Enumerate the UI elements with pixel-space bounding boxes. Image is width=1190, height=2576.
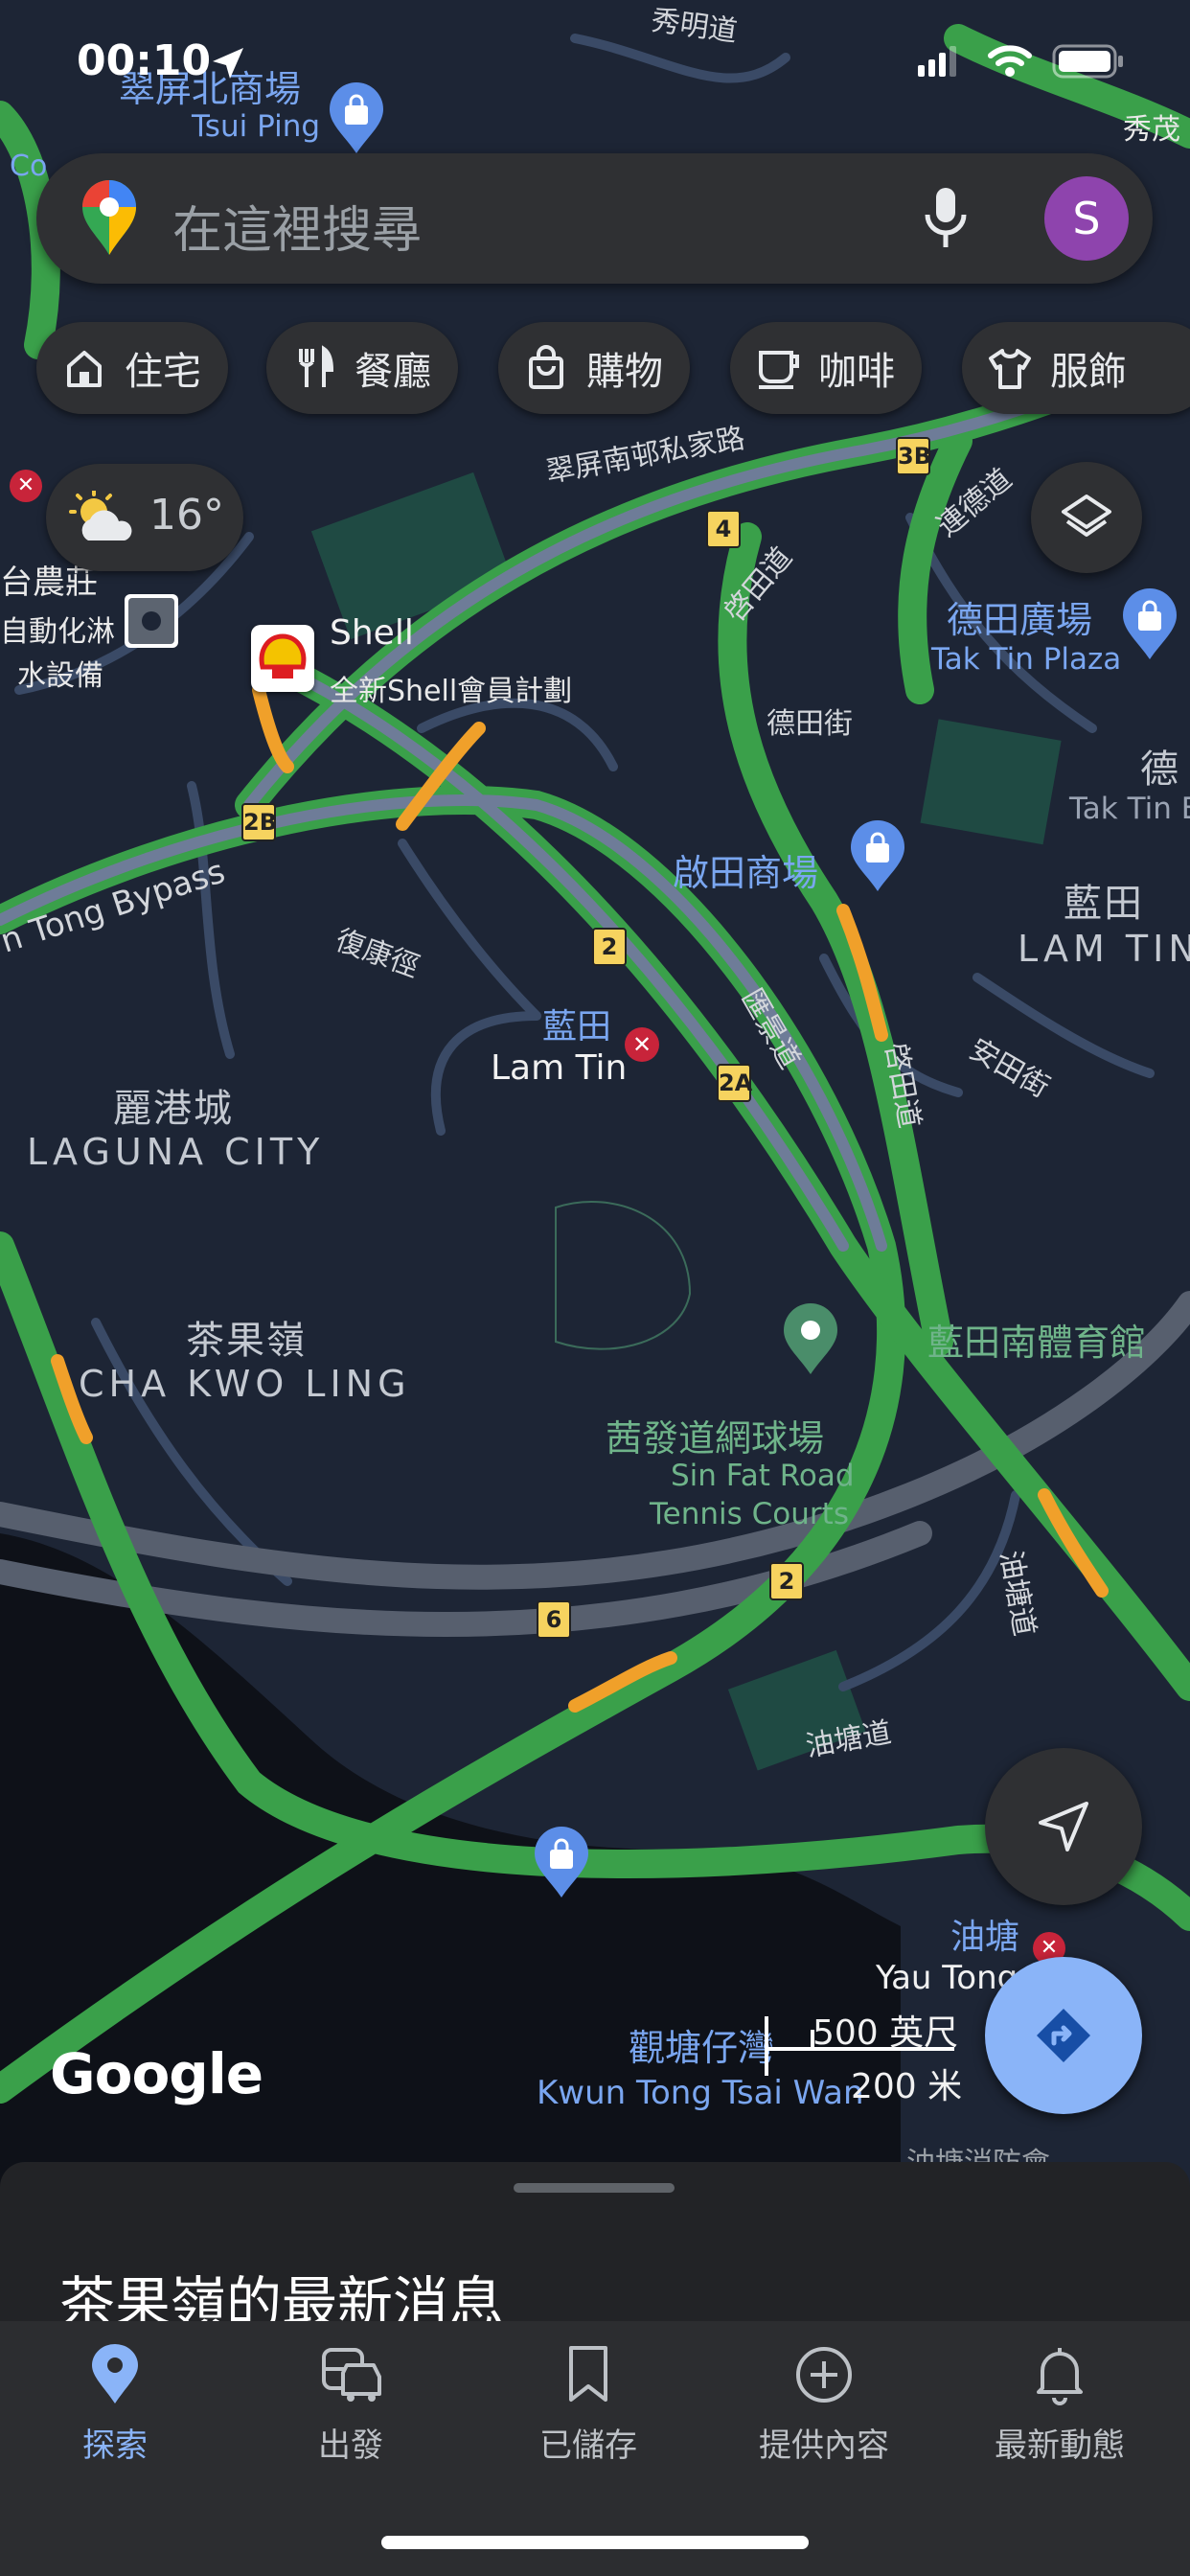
chip-label: 住宅 xyxy=(125,350,201,394)
nav-tab-commute[interactable]: 出發 xyxy=(245,2344,456,2466)
search-bar[interactable]: 在這裡搜尋 S xyxy=(36,153,1153,284)
commute-icon xyxy=(322,2348,381,2402)
sheet-drag-handle[interactable] xyxy=(514,2183,675,2193)
coffee-icon xyxy=(759,351,799,389)
partly-cloudy-icon xyxy=(69,491,132,540)
cellular-signal-icon xyxy=(918,46,956,77)
chip-clothing[interactable]: 服飾 xyxy=(962,322,1190,414)
station-label[interactable]: 藍田 xyxy=(542,999,611,1048)
route-shield: 2A xyxy=(717,1064,752,1102)
status-bar: 00:10 xyxy=(0,0,1190,134)
chip-label: 服飾 xyxy=(1050,350,1127,394)
route-shield: 2B xyxy=(241,803,277,841)
area-label: 茶果嶺 xyxy=(186,1319,307,1363)
chip-shopping[interactable]: 購物 xyxy=(498,322,690,414)
home-icon xyxy=(67,351,102,387)
shell-name[interactable]: Shell xyxy=(330,613,414,653)
shopping-pin-icon[interactable] xyxy=(849,820,906,893)
poi-label: 水設備 xyxy=(17,659,103,693)
nav-tab-explore[interactable]: 探索 xyxy=(10,2344,220,2466)
poi-label[interactable]: 德田廣場 xyxy=(947,590,1092,643)
shopping-pin-icon[interactable] xyxy=(1121,588,1179,661)
park-pin-icon[interactable] xyxy=(782,1303,839,1376)
poi-label[interactable]: 藍田南體育館 xyxy=(927,1313,1146,1366)
home-indicator[interactable] xyxy=(381,2536,809,2549)
layers-icon xyxy=(1062,494,1111,537)
directions-icon xyxy=(1037,2009,1090,2062)
nav-tab-contribute[interactable]: 提供內容 xyxy=(719,2344,929,2466)
area-label: Kwun Tong Tsai Wan xyxy=(537,2074,864,2112)
nav-label: 提供內容 xyxy=(759,2426,889,2465)
poi-label[interactable]: Sin Fat Road xyxy=(671,1459,855,1493)
area-label: LAGUNA CITY xyxy=(27,1131,325,1173)
shell-subtitle[interactable]: 全新Shell會員計劃 xyxy=(330,667,572,709)
area-label: LAM TIN xyxy=(1018,928,1190,970)
station-label[interactable]: Yau Tong xyxy=(876,1959,1018,1997)
nav-label: 最新動態 xyxy=(995,2426,1125,2465)
weather-chip[interactable]: 16° xyxy=(46,464,243,571)
my-location-button[interactable] xyxy=(985,1748,1142,1905)
status-time: 00:10 xyxy=(77,36,212,85)
poi-label: 自動化淋 xyxy=(0,615,115,649)
poi-square-icon[interactable] xyxy=(125,594,178,648)
nav-label: 出發 xyxy=(318,2426,383,2465)
directions-button[interactable] xyxy=(985,1957,1142,2114)
bell-icon xyxy=(1037,2348,1083,2405)
poi-label[interactable]: Tennis Courts xyxy=(650,1497,849,1531)
station-label[interactable]: Lam Tin xyxy=(491,1048,627,1088)
chip-coffee[interactable]: 咖啡 xyxy=(730,322,922,414)
nav-tab-saved[interactable]: 已儲存 xyxy=(483,2344,694,2466)
route-shield: 6 xyxy=(537,1600,571,1639)
poi-label: Tak Tin E xyxy=(1069,792,1190,826)
location-arrow-icon xyxy=(213,48,243,79)
google-maps-logo-icon xyxy=(82,180,136,255)
wifi-icon xyxy=(988,45,1032,77)
microphone-icon[interactable] xyxy=(922,186,970,251)
chip-label: 購物 xyxy=(586,350,663,394)
shopping-pin-icon[interactable] xyxy=(533,1827,590,1899)
chip-label: 餐廳 xyxy=(355,350,431,394)
battery-icon xyxy=(1052,44,1123,79)
area-label: 藍田 xyxy=(1064,882,1144,926)
scale-feet-label: 500 英尺 xyxy=(812,2013,959,2053)
shopping-bag-icon xyxy=(529,345,563,389)
poi-label[interactable]: 啟田商場 xyxy=(673,843,818,896)
station-label[interactable]: 油塘 xyxy=(950,1909,1019,1959)
nav-label: 探索 xyxy=(82,2426,148,2465)
area-label: 觀塘仔灣 xyxy=(629,2027,775,2069)
navigation-arrow-icon xyxy=(1039,1802,1088,1852)
area-label: 麗港城 xyxy=(113,1087,234,1131)
poi-label[interactable]: 茜發道網球場 xyxy=(606,1409,824,1461)
google-logo: Google xyxy=(50,2041,263,2106)
add-circle-icon xyxy=(796,2347,852,2403)
mtr-station-icon[interactable]: ✕ xyxy=(625,1027,659,1062)
shirt-icon xyxy=(989,349,1031,389)
chip-home[interactable]: 住宅 xyxy=(36,322,228,414)
nav-label: 已儲存 xyxy=(539,2426,637,2465)
route-shield: 4 xyxy=(706,510,741,548)
mtr-station-icon[interactable]: ✕ xyxy=(10,470,42,502)
explore-pin-icon xyxy=(92,2344,138,2404)
route-shield: 3B xyxy=(896,437,931,475)
chip-restaurants[interactable]: 餐廳 xyxy=(266,322,458,414)
restaurant-icon xyxy=(299,345,334,387)
screen: 3B 4 2B 2 2A 2 6 秀明道 翠屏南邨私家路 啓田道 德田街 連德道… xyxy=(0,0,1190,2576)
route-shield: 2 xyxy=(592,928,627,966)
layers-button[interactable] xyxy=(1031,462,1142,573)
weather-temperature: 16° xyxy=(149,491,224,540)
bookmark-icon xyxy=(569,2346,607,2402)
poi-label[interactable]: Tak Tin Plaza xyxy=(931,642,1121,677)
chip-label: 咖啡 xyxy=(818,350,895,394)
nav-tab-updates[interactable]: 最新動態 xyxy=(954,2344,1165,2466)
poi-label: Co xyxy=(10,150,48,183)
area-label: CHA KWO LING xyxy=(79,1363,411,1405)
route-shield: 2 xyxy=(769,1562,804,1600)
search-input[interactable]: 在這裡搜尋 xyxy=(172,190,422,262)
poi-label: 德 xyxy=(1140,748,1180,792)
shell-logo-icon[interactable] xyxy=(251,625,314,692)
road-label: 德田街 xyxy=(767,707,853,741)
scale-meter-label: 200 米 xyxy=(851,2067,963,2106)
account-avatar[interactable]: S xyxy=(1044,176,1129,261)
